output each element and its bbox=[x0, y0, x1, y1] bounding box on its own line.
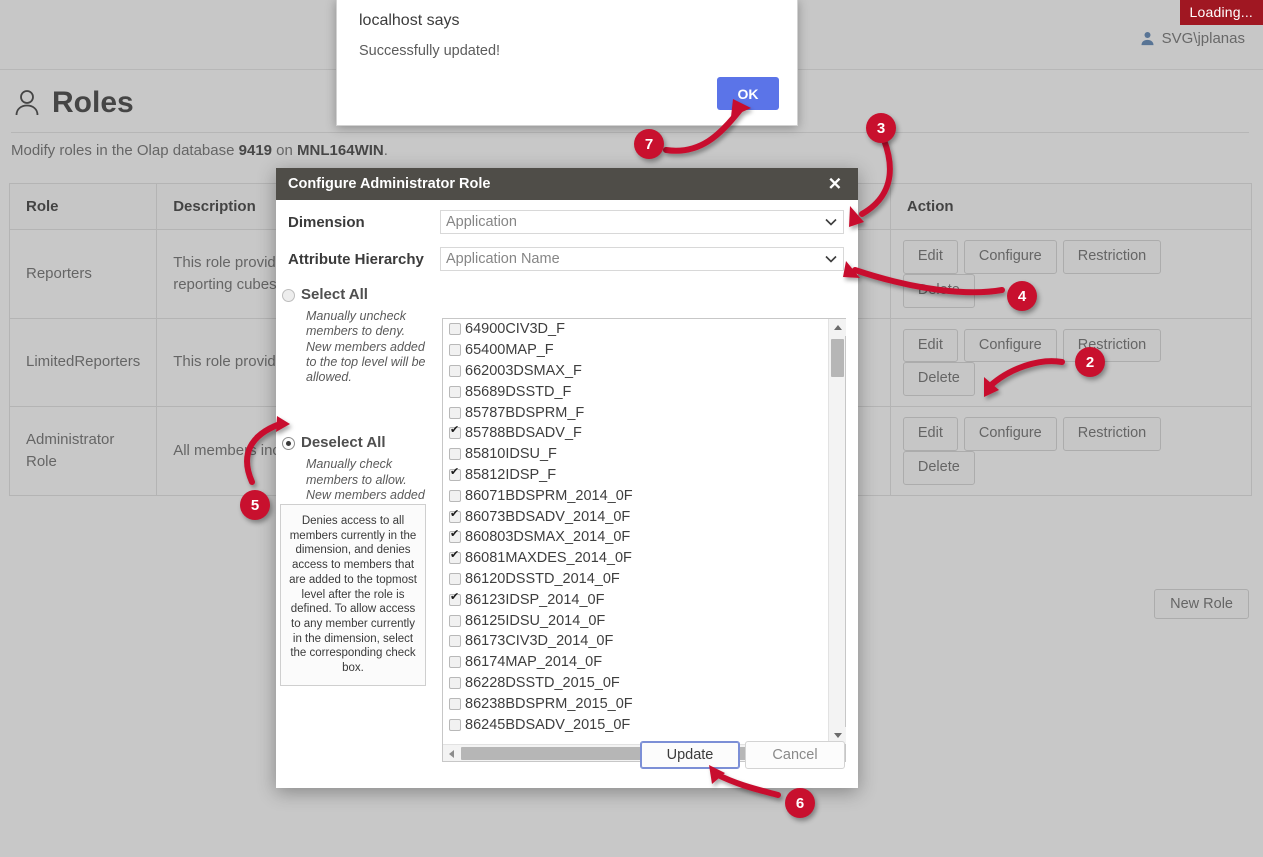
member-label: 86173CIV3D_2014_0F bbox=[465, 633, 613, 649]
member-list-item[interactable]: 662003DSMAX_F bbox=[443, 361, 828, 382]
member-list-vertical-scrollbar[interactable] bbox=[828, 319, 845, 744]
select-all-label: Select All bbox=[301, 286, 368, 303]
member-list-item[interactable]: 86125IDSU_2014_0F bbox=[443, 610, 828, 631]
option-spacer bbox=[282, 385, 429, 434]
alert-ok-button[interactable]: OK bbox=[717, 77, 779, 110]
select-all-help: Manually uncheck members to deny. New me… bbox=[306, 309, 431, 385]
member-checkbox[interactable] bbox=[449, 511, 461, 523]
configure-role-dialog: Configure Administrator Role ✕ Dimension… bbox=[276, 168, 858, 788]
dimension-select[interactable]: Application bbox=[440, 210, 844, 234]
member-list-item[interactable]: 86173CIV3D_2014_0F bbox=[443, 631, 828, 652]
dimension-row: Dimension Application bbox=[288, 210, 844, 234]
member-checkbox[interactable] bbox=[449, 365, 461, 377]
member-checkbox[interactable] bbox=[449, 635, 461, 647]
member-checkbox[interactable] bbox=[449, 698, 461, 710]
member-label: 86174MAP_2014_0F bbox=[465, 654, 602, 670]
vertical-scroll-thumb[interactable] bbox=[831, 339, 844, 377]
member-checkbox[interactable] bbox=[449, 448, 461, 460]
attribute-hierarchy-select-wrap: Application Name bbox=[440, 247, 844, 271]
member-list-item[interactable]: 85810IDSU_F bbox=[443, 444, 828, 465]
member-list: 64900CIV3D_F 65400MAP_F 662003DSMAX_F 85689… bbox=[442, 318, 846, 762]
member-checkbox[interactable] bbox=[449, 656, 461, 668]
member-label: 85788BDSADV_F bbox=[465, 425, 582, 441]
member-label: 64900CIV3D_F bbox=[465, 321, 565, 337]
browser-alert-dialog: localhost says Successfully updated! OK bbox=[336, 0, 798, 126]
member-list-item[interactable]: 86073BDSADV_2014_0F bbox=[443, 506, 828, 527]
dialog-body: Dimension Application Attribute Hierarch… bbox=[276, 200, 858, 788]
member-list-item[interactable]: 86123IDSP_2014_0F bbox=[443, 589, 828, 610]
alert-title: localhost says bbox=[359, 12, 460, 30]
member-label: 65400MAP_F bbox=[465, 342, 554, 358]
scroll-up-icon[interactable] bbox=[829, 319, 846, 336]
member-checkbox[interactable] bbox=[449, 573, 461, 585]
member-checkbox[interactable] bbox=[449, 490, 461, 502]
member-list-items[interactable]: 64900CIV3D_F 65400MAP_F 662003DSMAX_F 85689… bbox=[443, 319, 828, 744]
deselect-all-option[interactable]: Deselect All bbox=[282, 434, 429, 451]
member-list-item[interactable]: 86238BDSPRM_2015_0F bbox=[443, 693, 828, 714]
attribute-hierarchy-select[interactable]: Application Name bbox=[440, 247, 844, 271]
member-list-item[interactable]: 860803DSMAX_2014_0F bbox=[443, 527, 828, 548]
dimension-label: Dimension bbox=[288, 214, 440, 231]
member-label: 85787BDSPRM_F bbox=[465, 405, 584, 421]
member-list-item[interactable]: 86228DSSTD_2015_0F bbox=[443, 673, 828, 694]
attribute-hierarchy-row: Attribute Hierarchy Application Name bbox=[288, 247, 844, 271]
loading-badge: Loading... bbox=[1180, 0, 1263, 25]
update-button[interactable]: Update bbox=[640, 741, 740, 769]
member-label: 86081MAXDES_2014_0F bbox=[465, 550, 632, 566]
member-checkbox[interactable] bbox=[449, 719, 461, 731]
mode-tooltip: Denies access to all members currently i… bbox=[280, 504, 426, 686]
member-label: 86228DSSTD_2015_0F bbox=[465, 675, 620, 691]
select-all-radio[interactable] bbox=[282, 289, 295, 302]
member-list-item[interactable]: 64900CIV3D_F bbox=[443, 319, 828, 340]
member-list-item[interactable]: 86120DSSTD_2014_0F bbox=[443, 569, 828, 590]
member-label: 85689DSSTD_F bbox=[465, 384, 571, 400]
member-checkbox[interactable] bbox=[449, 407, 461, 419]
close-icon[interactable]: ✕ bbox=[822, 175, 848, 194]
member-label: 86125IDSU_2014_0F bbox=[465, 613, 605, 629]
cancel-button[interactable]: Cancel bbox=[745, 741, 845, 769]
selection-mode-options: Select All Manually uncheck members to d… bbox=[282, 286, 429, 534]
member-list-item[interactable]: 85787BDSPRM_F bbox=[443, 402, 828, 423]
member-checkbox[interactable] bbox=[449, 386, 461, 398]
member-list-item[interactable]: 85812IDSP_F bbox=[443, 465, 828, 486]
member-label: 86073BDSADV_2014_0F bbox=[465, 509, 630, 525]
select-all-option[interactable]: Select All bbox=[282, 286, 429, 303]
deselect-all-radio[interactable] bbox=[282, 437, 295, 450]
member-label: 86238BDSPRM_2015_0F bbox=[465, 696, 633, 712]
dialog-header: Configure Administrator Role ✕ bbox=[276, 168, 858, 200]
member-checkbox[interactable] bbox=[449, 344, 461, 356]
member-list-item[interactable]: 86174MAP_2014_0F bbox=[443, 652, 828, 673]
member-label: 86071BDSPRM_2014_0F bbox=[465, 488, 633, 504]
dialog-footer: Update Cancel bbox=[276, 730, 858, 788]
member-list-item[interactable]: 85689DSSTD_F bbox=[443, 381, 828, 402]
member-list-item[interactable]: 86071BDSPRM_2014_0F bbox=[443, 485, 828, 506]
member-label: 86120DSSTD_2014_0F bbox=[465, 571, 620, 587]
member-checkbox[interactable] bbox=[449, 677, 461, 689]
member-list-item[interactable]: 86081MAXDES_2014_0F bbox=[443, 548, 828, 569]
member-label: 85812IDSP_F bbox=[465, 467, 556, 483]
deselect-all-label: Deselect All bbox=[301, 434, 386, 451]
member-label: 860803DSMAX_2014_0F bbox=[465, 529, 630, 545]
member-list-item[interactable]: 65400MAP_F bbox=[443, 340, 828, 361]
member-checkbox[interactable] bbox=[449, 615, 461, 627]
member-checkbox[interactable] bbox=[449, 531, 461, 543]
attribute-hierarchy-label: Attribute Hierarchy bbox=[288, 251, 440, 268]
alert-message: Successfully updated! bbox=[359, 43, 500, 59]
member-checkbox[interactable] bbox=[449, 427, 461, 439]
member-label: 86123IDSP_2014_0F bbox=[465, 592, 604, 608]
member-label: 662003DSMAX_F bbox=[465, 363, 582, 379]
member-list-item[interactable]: 85788BDSADV_F bbox=[443, 423, 828, 444]
member-label: 85810IDSU_F bbox=[465, 446, 557, 462]
dimension-select-wrap: Application bbox=[440, 210, 844, 234]
member-checkbox[interactable] bbox=[449, 594, 461, 606]
member-checkbox[interactable] bbox=[449, 552, 461, 564]
member-checkbox[interactable] bbox=[449, 469, 461, 481]
member-checkbox[interactable] bbox=[449, 323, 461, 335]
dialog-title: Configure Administrator Role bbox=[288, 176, 490, 192]
